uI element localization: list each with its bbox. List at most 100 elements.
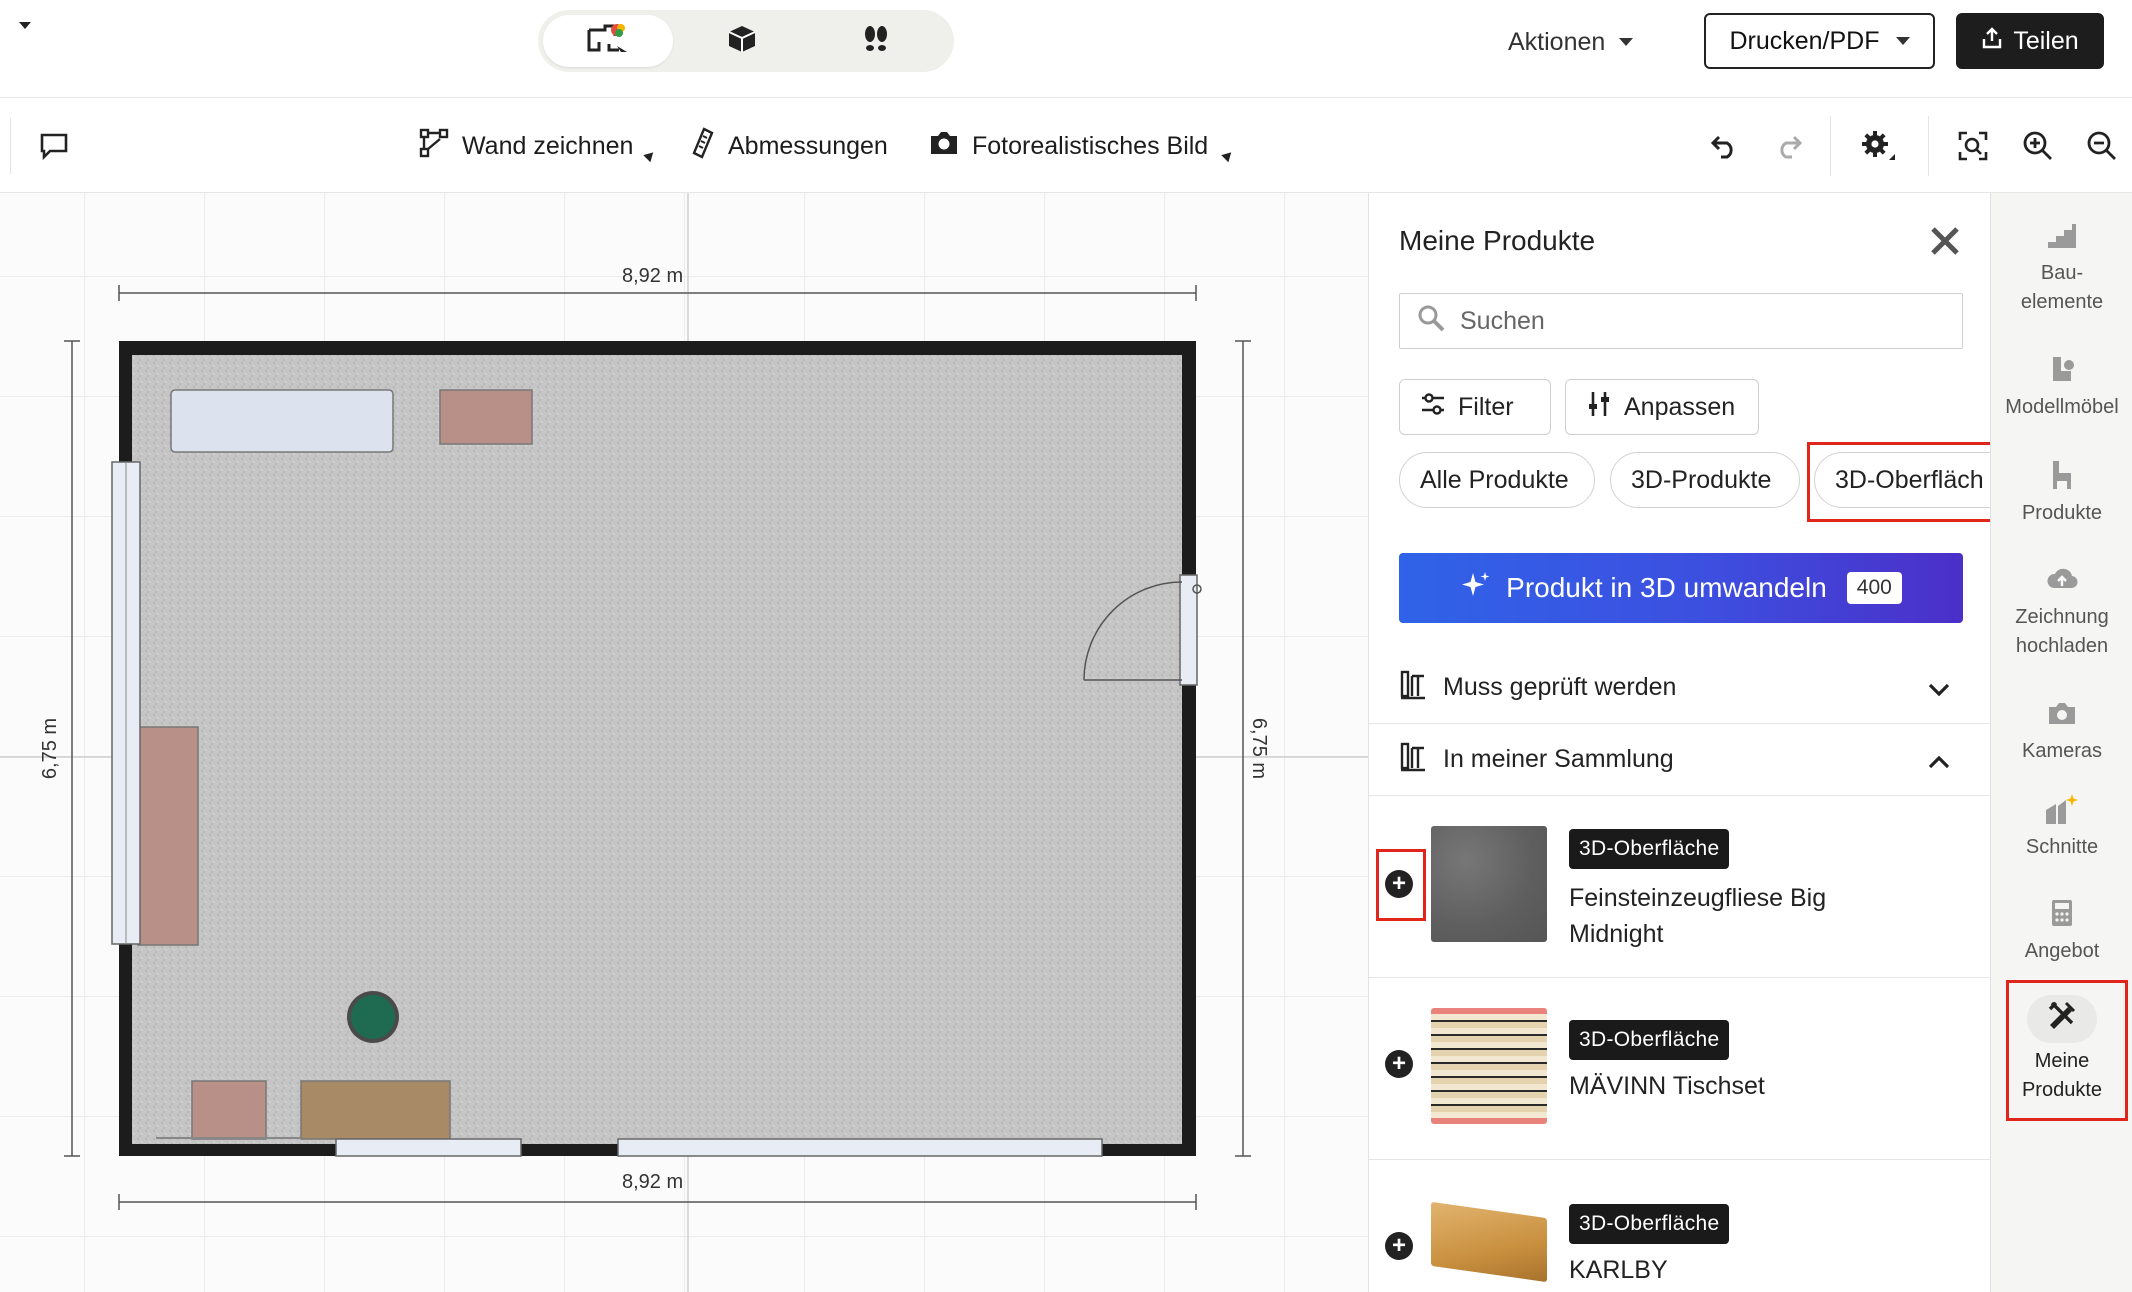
customize-label: Anpassen	[1624, 392, 1736, 421]
add-product-button[interactable]: +	[1385, 1050, 1413, 1078]
wall-draw-icon	[418, 127, 450, 166]
camera-icon	[928, 129, 960, 164]
convert-label: Produkt in 3D umwandeln	[1506, 572, 1827, 603]
my-products-panel: Meine Produkte Suchen Filter Anpassen Al…	[1368, 193, 1990, 1292]
print-pdf-button[interactable]: Drucken/PDF	[1704, 13, 1935, 69]
floor-plan-canvas[interactable]: 8,92 m 8,92 m 6,75 m 6,75 m	[0, 193, 1368, 1292]
undo-icon[interactable]	[1704, 126, 1744, 166]
chip-label: Alle Produkte	[1420, 465, 1569, 494]
chip-all-products[interactable]: Alle Produkte	[1399, 452, 1595, 508]
caret-down-icon	[1895, 37, 1910, 45]
sidebar-item-building-elements[interactable]: Bau- elemente	[1991, 217, 2132, 317]
submenu-corner-icon	[643, 148, 657, 163]
dimension-bottom-label: 8,92 m	[622, 1171, 684, 1193]
sidebar-item-quote[interactable]: Angebot	[1991, 895, 2132, 966]
dimensions-tool[interactable]: Abmessungen	[690, 126, 888, 166]
list-item[interactable]: + 3D-Oberfläche MÄVINN Tischset	[1369, 978, 1990, 1160]
sidebar-item-label: Produkte	[2021, 502, 2103, 524]
sidebar-item-label: Modellmöbel	[2005, 396, 2119, 418]
list-item[interactable]: + 3D-Oberfläche Feinsteinzeugfliese Big …	[1369, 796, 1990, 978]
2d-plan-icon	[585, 22, 631, 61]
filter-button[interactable]: Filter	[1399, 379, 1551, 435]
close-icon[interactable]	[1927, 223, 1963, 259]
chevron-up-icon	[1927, 748, 1951, 777]
product-type-tag: 3D-Oberfläche	[1569, 1020, 1730, 1060]
chip-3d-products[interactable]: 3D-Produkte	[1610, 452, 1800, 508]
search-icon	[1416, 303, 1446, 340]
menu-caret-icon[interactable]	[18, 14, 32, 37]
convert-to-3d-button[interactable]: Produkt in 3D umwandeln 400	[1399, 553, 1963, 623]
view-walk-button[interactable]	[811, 15, 941, 67]
focus-view-icon[interactable]	[1953, 126, 1993, 166]
search-placeholder: Suchen	[1460, 306, 1545, 335]
walk-footprints-icon	[860, 23, 892, 60]
caret-down-icon	[1619, 38, 1634, 46]
redo-icon[interactable]	[1769, 126, 1809, 166]
view-2d-button[interactable]	[543, 15, 673, 67]
section-cut-icon	[2044, 791, 2080, 827]
sidebar-item-products[interactable]: Produkte	[1991, 457, 2132, 528]
product-type-tag: 3D-Oberfläche	[1569, 829, 1730, 869]
dimension-right-label: 6,75 m	[1248, 717, 1271, 780]
sidebar-item-label: Angebot	[2024, 940, 2100, 962]
divider	[10, 118, 11, 174]
floor-plan-drawing	[0, 193, 1368, 1292]
upload-cloud-icon	[2044, 561, 2080, 597]
chevron-down-icon	[1927, 676, 1951, 705]
calculator-icon	[2044, 895, 2080, 931]
customize-button[interactable]: Anpassen	[1565, 379, 1759, 435]
settings-gear-icon[interactable]	[1858, 126, 1898, 166]
product-thumbnail	[1431, 1201, 1547, 1283]
draw-wall-label: Wand zeichnen	[462, 131, 634, 160]
sidebar-item-label: Zeichnung hochladen	[2015, 606, 2109, 657]
view-3d-button[interactable]	[677, 15, 807, 67]
chair-icon	[2044, 457, 2080, 493]
draw-wall-tool[interactable]: Wand zeichnen	[418, 126, 633, 166]
dimension-left-label: 6,75 m	[39, 717, 62, 780]
sidebar-item-label: Kameras	[2021, 740, 2103, 762]
zoom-in-icon[interactable]	[2018, 126, 2058, 166]
photo-image-label: Fotorealistisches Bild	[972, 131, 1209, 160]
section-label: In meiner Sammlung	[1443, 745, 1674, 773]
product-thumbnail	[1431, 826, 1547, 942]
top-bar: Aktionen Drucken/PDF Teilen	[0, 0, 2132, 98]
sliders-icon	[1420, 392, 1446, 423]
sidebar-item-upload-drawing[interactable]: Zeichnung hochladen	[1991, 561, 2132, 661]
sidebar-item-model-furniture[interactable]: Modellmöbel	[1991, 351, 2132, 422]
catalog-icon	[1399, 740, 1427, 779]
actions-menu[interactable]: Aktionen	[1508, 22, 1634, 62]
print-pdf-label: Drucken/PDF	[1729, 26, 1880, 55]
catalog-icon	[1399, 668, 1427, 707]
search-input[interactable]: Suchen	[1399, 293, 1963, 349]
ruler-icon	[690, 126, 716, 166]
divider	[1830, 116, 1831, 176]
adjust-icon	[1586, 390, 1612, 425]
list-item[interactable]: + 3D-Oberfläche KARLBY	[1369, 1160, 1990, 1292]
camera-icon	[2044, 695, 2080, 731]
dimension-top-label: 8,92 m	[622, 265, 684, 287]
section-in-collection[interactable]: In meiner Sammlung	[1369, 724, 1990, 796]
stairs-icon	[2044, 217, 2080, 253]
submenu-corner-icon	[1221, 148, 1235, 163]
product-name: MÄVINN Tischset	[1569, 1072, 1765, 1100]
chip-label: 3D-Produkte	[1631, 465, 1772, 494]
toolbar: Wand zeichnen Abmessungen Fotorealistisc…	[0, 98, 2132, 193]
zoom-out-icon[interactable]	[2082, 126, 2122, 166]
highlight-marker	[2006, 980, 2128, 1121]
view-mode-switch	[538, 10, 954, 72]
sidebar-item-cameras[interactable]: Kameras	[1991, 695, 2132, 766]
share-button[interactable]: Teilen	[1956, 13, 2104, 69]
product-name: Feinsteinzeugfliese Big Midnight	[1569, 884, 1827, 948]
panel-title: Meine Produkte	[1399, 225, 1596, 256]
right-sidebar: Bau- elemente Modellmöbel Produkte Zeich…	[1990, 193, 2132, 1292]
product-thumbnail	[1431, 1008, 1547, 1124]
add-product-button[interactable]: +	[1385, 1232, 1413, 1260]
sparkle-icon	[1460, 569, 1492, 608]
comment-icon[interactable]	[34, 126, 74, 166]
dimensions-label: Abmessungen	[728, 131, 888, 160]
3d-box-icon	[726, 23, 758, 60]
sidebar-item-sections[interactable]: Schnitte	[1991, 791, 2132, 862]
share-label: Teilen	[2013, 26, 2079, 55]
photo-image-tool[interactable]: Fotorealistisches Bild	[928, 126, 1208, 166]
section-needs-review[interactable]: Muss geprüft werden	[1369, 652, 1990, 724]
